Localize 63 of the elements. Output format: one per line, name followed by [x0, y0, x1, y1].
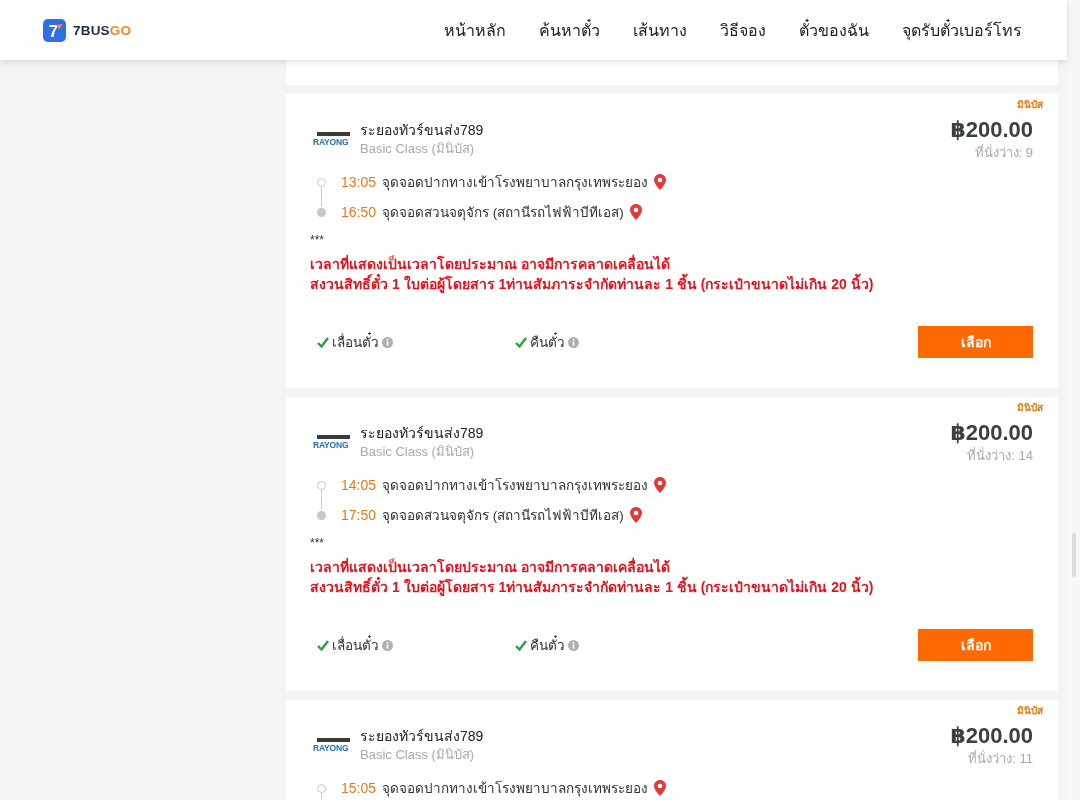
scrollbar-thumb[interactable]: [1071, 533, 1076, 577]
note-marker: ***: [310, 535, 325, 551]
note-marker: ***: [310, 232, 325, 248]
operator-logo: RAYONG: [313, 737, 350, 754]
stop-name: จุดจอดสวนจตุจักร (สถานีรถไฟฟ้าบีทีเอส): [382, 507, 624, 526]
map-pin-icon[interactable]: [654, 477, 666, 493]
bus-type-label: มินิบัส: [1017, 98, 1043, 112]
timeline-dot-icon: [317, 177, 326, 187]
seats-available: ที่นั่งว่าง: 9: [974, 144, 1033, 162]
feature-label: เลื่อนตั๋ว: [332, 331, 379, 353]
stop-time: 15:05: [341, 780, 378, 796]
warning-note: เวลาที่แสดงเป็นเวลาโดยประมาณ อาจมีการคลาดเคลื่อนได้: [310, 557, 671, 576]
nav-link[interactable]: เส้นทาง: [633, 17, 687, 43]
logo-icon: 7: [43, 18, 66, 42]
brand-name[interactable]: 7BUSGO: [73, 22, 132, 38]
timeline-dot-icon: [317, 207, 326, 217]
timeline-dot-icon: [317, 510, 326, 520]
timeline-line: [321, 187, 322, 207]
warning-note: เวลาที่แสดงเป็นเวลาโดยประมาณ อาจมีการคลาดเคลื่อนได้: [310, 254, 671, 273]
nav-link[interactable]: หน้าหลัก: [444, 17, 506, 43]
ticket-price: ฿200.00: [950, 116, 1033, 144]
bus-class: Basic Class (มินิบัส): [360, 746, 476, 764]
info-icon[interactable]: [568, 639, 579, 651]
nav-link[interactable]: ค้นหาตั๋ว: [539, 17, 600, 43]
feature-label: คืนตั๋ว: [530, 634, 565, 656]
map-pin-icon[interactable]: [654, 174, 666, 190]
bus-class: Basic Class (มินิบัส): [360, 443, 476, 461]
nav-link[interactable]: จุดรับตั๋วเบอร์โทร: [902, 17, 1022, 43]
timeline-dot-icon: [317, 480, 326, 490]
feature-label: คืนตั๋ว: [530, 331, 565, 353]
ticket-price: ฿200.00: [950, 722, 1033, 750]
stop-time: 16:50: [341, 204, 378, 220]
seats-available: ที่นั่งว่าง: 14: [967, 447, 1033, 465]
bus-type-label: มินิบัส: [1017, 401, 1043, 415]
bus-class: Basic Class (มินิบัส): [360, 140, 476, 158]
stop-name: จุดจอดปากทางเข้าโรงพยาบาลกรุงเทพระยอง: [382, 477, 648, 496]
stop-time: 14:05: [341, 477, 378, 493]
operator-name: ระยองทัวร์ขนส่ง789: [360, 727, 484, 746]
stop-time: 13:05: [341, 174, 378, 190]
timeline-line: [321, 490, 322, 510]
nav-link[interactable]: ตั๋วของฉัน: [799, 17, 869, 43]
seats-available: ที่นั่งว่าง: 11: [968, 750, 1033, 768]
operator-name: ระยองทัวร์ขนส่ง789: [360, 121, 484, 140]
info-icon[interactable]: [568, 336, 579, 348]
stop-name: จุดจอดปากทางเข้าโรงพยาบาลกรุงเทพระยอง: [382, 174, 648, 193]
nav-link[interactable]: วิธีจอง: [720, 17, 766, 43]
stop-name: จุดจอดปากทางเข้าโรงพยาบาลกรุงเทพระยอง: [382, 780, 648, 799]
stop-name: จุดจอดสวนจตุจักร (สถานีรถไฟฟ้าบีทีเอส): [382, 204, 624, 223]
feature-label: เลื่อนตั๋ว: [332, 634, 379, 656]
warning-note: สงวนสิทธิ์ตั๋ว 1 ใบต่อผู้โดยสาร 1ท่านสัมภาระจำกัดท่านละ 1 ชิ้น (กระเป๋าขนาดไม่เกิน 20 นิ้ว): [310, 274, 1033, 294]
warning-note: สงวนสิทธิ์ตั๋ว 1 ใบต่อผู้โดยสาร 1ท่านสัมภาระจำกัดท่านละ 1 ชิ้น (กระเป๋าขนาดไม่เกิน 20 นิ้ว): [310, 577, 1033, 597]
map-pin-icon[interactable]: [629, 507, 642, 523]
info-icon[interactable]: [382, 336, 393, 348]
operator-logo: RAYONG: [313, 434, 350, 451]
ticket-price: ฿200.00: [950, 419, 1033, 447]
bus-type-label: มินิบัส: [1017, 704, 1043, 718]
map-pin-icon[interactable]: [654, 780, 666, 796]
stop-time: 17:50: [341, 507, 378, 523]
map-pin-icon[interactable]: [629, 204, 642, 220]
operator-name: ระยองทัวร์ขนส่ง789: [360, 424, 484, 443]
operator-logo: RAYONG: [313, 131, 350, 148]
timeline-dot-icon: [317, 783, 326, 793]
info-icon[interactable]: [382, 639, 393, 651]
